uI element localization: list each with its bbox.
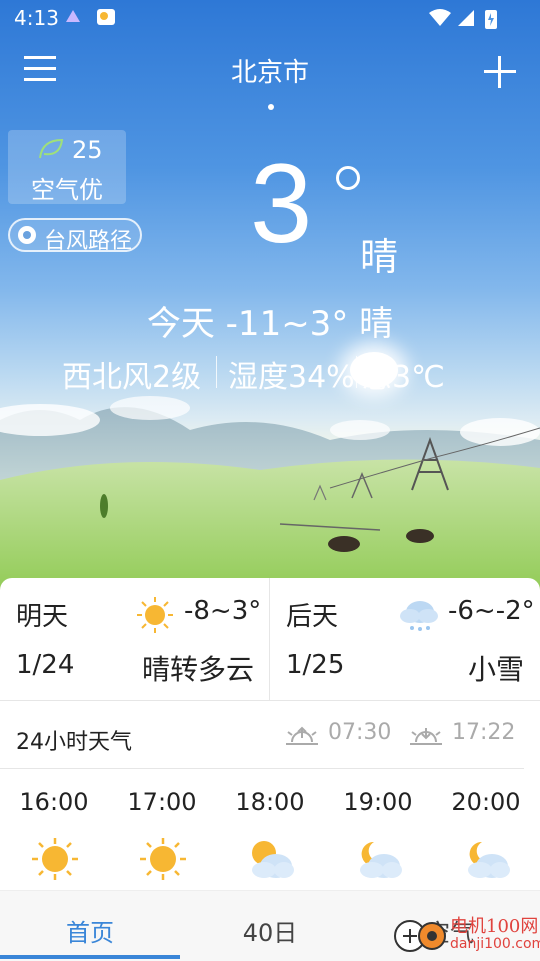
wifi-icon xyxy=(429,9,451,26)
moon-cloud-icon xyxy=(360,841,402,878)
sun-icon xyxy=(140,838,186,880)
divider xyxy=(216,356,217,388)
weather-app-icon xyxy=(97,9,115,25)
sunrise-value: 07:30 xyxy=(328,720,392,745)
degree-symbol xyxy=(336,166,360,190)
tab-40-day[interactable]: 40日 xyxy=(180,913,360,948)
hourly-item: 16:00 xyxy=(0,786,108,880)
status-time: 4:13 xyxy=(14,6,59,30)
status-bar: 4:13 xyxy=(0,0,540,36)
current-temperature: 3 xyxy=(250,141,313,266)
hourly-item: 18:00 xyxy=(216,786,324,878)
hourly-item: 20:00 xyxy=(432,786,540,878)
forecast-day-after[interactable]: 后天 -6~-2° 1/25 小雪 xyxy=(270,578,540,700)
signal-icon xyxy=(458,10,474,26)
watermark-logo-icon xyxy=(394,920,446,952)
watermark: 电机100网 danji100.com xyxy=(392,910,540,960)
typhoon-path-button[interactable]: 台风路径 xyxy=(8,218,142,254)
add-city-button[interactable] xyxy=(480,52,520,92)
forecast-day: 明天 xyxy=(16,602,69,632)
moon-cloud-icon xyxy=(468,841,510,878)
hourly-item: 19:00 xyxy=(324,786,432,878)
battery-icon xyxy=(485,10,497,29)
hour-time: 17:00 xyxy=(127,788,197,816)
landscape-illustration xyxy=(0,396,540,600)
snow-cloud-icon xyxy=(400,601,438,631)
hour-time: 16:00 xyxy=(19,788,89,816)
sun-icon xyxy=(137,597,173,633)
page-indicator-dot xyxy=(268,104,274,110)
current-condition: 晴 xyxy=(360,235,399,279)
forecast-condition: 小雪 xyxy=(467,653,524,686)
forecast-range: -6~-2° xyxy=(448,596,535,626)
sun-glow xyxy=(350,352,398,388)
forecast-date: 1/25 xyxy=(286,650,345,680)
weather-details: 西北风2级 湿度34% 感3℃ xyxy=(0,352,540,395)
hourly-title: 24小时天气 xyxy=(16,730,132,755)
hourly-forecast-list[interactable]: 16:00 17:00 18:00 19:00 20:00 xyxy=(0,786,540,896)
typhoon-label: 台风路径 xyxy=(44,229,133,254)
air-quality-badge[interactable]: 25 空气优 xyxy=(8,130,126,204)
today-summary: 今天 -11~3° 晴 xyxy=(146,304,394,344)
hourly-item: 17:00 xyxy=(108,786,216,880)
forecast-condition: 晴转多云 xyxy=(141,653,254,686)
active-tab-indicator xyxy=(0,955,180,959)
partly-cloudy-icon xyxy=(252,841,294,878)
wind-info: 西北风2级 xyxy=(62,360,202,395)
forecast-range: -8~3° xyxy=(184,596,262,626)
city-title[interactable]: 北京市 xyxy=(0,52,540,89)
tab-home[interactable]: 首页 xyxy=(0,913,180,948)
sunset-icon xyxy=(410,728,442,745)
aqi-value: 25 xyxy=(72,136,103,164)
humidity-info: 湿度34% xyxy=(228,360,355,395)
sunset-value: 17:22 xyxy=(452,720,516,745)
location-pin-icon xyxy=(18,226,36,244)
forecast-day: 后天 xyxy=(286,602,339,632)
forecast-tomorrow[interactable]: 明天 -8~3° 1/24 晴转多云 xyxy=(0,578,269,700)
aqi-label: 空气优 xyxy=(31,176,103,204)
sunrise-icon xyxy=(286,726,318,745)
hour-time: 20:00 xyxy=(451,788,521,816)
watermark-text: 电机100网 xyxy=(450,916,539,937)
watermark-url: danji100.com xyxy=(450,936,540,952)
sun-icon xyxy=(32,838,78,880)
hour-time: 19:00 xyxy=(343,788,413,816)
leaf-icon xyxy=(39,138,64,159)
forecast-date: 1/24 xyxy=(16,650,75,680)
divider xyxy=(0,700,540,701)
top-nav: 北京市 xyxy=(0,48,540,98)
hour-time: 18:00 xyxy=(235,788,305,816)
divider xyxy=(0,768,524,769)
notification-icon xyxy=(66,10,80,22)
